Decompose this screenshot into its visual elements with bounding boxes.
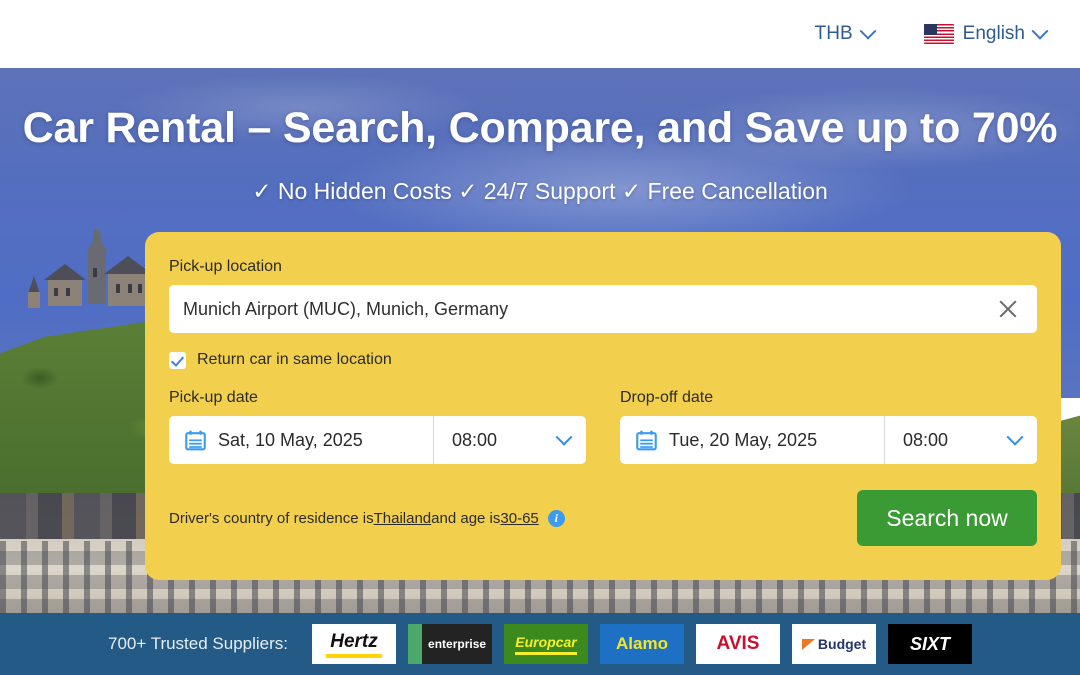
supplier-logo-europcar[interactable]: Europcar bbox=[504, 624, 589, 664]
trusted-suppliers-bar: 700+ Trusted Suppliers: Hertz enterprise… bbox=[0, 613, 1080, 675]
hero-subtitle: ✓ No Hidden Costs ✓ 24/7 Support ✓ Free … bbox=[252, 178, 828, 204]
dropoff-date-field[interactable]: Tue, 20 May, 2025 bbox=[620, 416, 884, 464]
suppliers-label: 700+ Trusted Suppliers: bbox=[107, 634, 289, 653]
search-now-button[interactable]: Search now bbox=[857, 490, 1037, 546]
supplier-logo-budget[interactable]: Budget bbox=[792, 624, 877, 664]
same-location-label: Return car in same location bbox=[197, 351, 392, 368]
supplier-logo-avis-label: AVIS bbox=[716, 633, 760, 654]
supplier-logo-avis[interactable]: AVIS bbox=[696, 624, 781, 664]
chevron-down-icon bbox=[859, 22, 877, 40]
supplier-logo-enterprise-label: enterprise bbox=[428, 637, 487, 651]
page-root: THB English Car Rental – Search, Compare… bbox=[0, 0, 1080, 675]
supplier-logo-alamo-label: Alamo bbox=[616, 634, 668, 653]
pickup-date-label: Pick-up date bbox=[169, 389, 258, 406]
driver-requirements-note: Driver's country of residence is Thailan… bbox=[169, 509, 565, 527]
pickup-location-input[interactable]: Munich Airport (MUC), Munich, Germany bbox=[169, 285, 1037, 333]
supplier-logo-budget-label: Budget bbox=[817, 636, 867, 652]
calendar-icon bbox=[636, 430, 657, 450]
supplier-logo-hertz-label: Hertz bbox=[330, 630, 378, 652]
supplier-logo-sixt[interactable]: SIXT bbox=[888, 624, 973, 664]
form-footer-row: Driver's country of residence is Thailan… bbox=[169, 490, 1037, 546]
driver-note-prefix: Driver's country of residence is bbox=[169, 509, 374, 527]
supplier-logo-alamo[interactable]: Alamo bbox=[600, 624, 685, 664]
chevron-down-icon bbox=[555, 428, 573, 446]
dropoff-date-value: Tue, 20 May, 2025 bbox=[669, 429, 818, 450]
pickup-location-label: Pick-up location bbox=[169, 258, 282, 275]
close-icon[interactable] bbox=[997, 298, 1019, 320]
pickup-date-field[interactable]: Sat, 10 May, 2025 bbox=[169, 416, 433, 464]
supplier-logo-hertz[interactable]: Hertz bbox=[312, 624, 397, 664]
budget-triangle-icon bbox=[801, 638, 815, 650]
info-icon[interactable]: i bbox=[547, 509, 565, 527]
us-flag-icon bbox=[923, 24, 954, 44]
top-bar: THB English bbox=[0, 0, 1080, 68]
same-location-checkbox[interactable] bbox=[169, 351, 186, 369]
dropoff-time-select[interactable]: 08:00 bbox=[884, 416, 1037, 464]
europcar-underline bbox=[515, 651, 578, 655]
currency-label: THB bbox=[814, 23, 853, 44]
same-location-row[interactable]: Return car in same location bbox=[169, 351, 1037, 369]
dates-row: Pick-up date Sat, 10 May, 2025 08:00 Dro… bbox=[169, 389, 1037, 464]
chevron-down-icon bbox=[1006, 428, 1024, 446]
supplier-logo-enterprise[interactable]: enterprise bbox=[408, 624, 493, 664]
dropoff-time-value: 08:00 bbox=[903, 429, 949, 450]
driver-country-link[interactable]: Thailand bbox=[374, 510, 432, 527]
dropoff-date-group: Tue, 20 May, 2025 08:00 bbox=[620, 416, 1037, 464]
dropoff-date-label: Drop-off date bbox=[620, 389, 714, 406]
pickup-date-group: Sat, 10 May, 2025 08:00 bbox=[169, 416, 586, 464]
supplier-logo-sixt-label: SIXT bbox=[910, 633, 951, 654]
driver-age-link[interactable]: 30-65 bbox=[500, 510, 538, 527]
language-selector[interactable]: English bbox=[923, 22, 1049, 45]
supplier-logo-europcar-label: Europcar bbox=[515, 633, 577, 650]
pickup-date-value: Sat, 10 May, 2025 bbox=[218, 429, 363, 450]
calendar-icon bbox=[185, 430, 206, 450]
dropoff-date-col: Drop-off date Tue, 20 May, 2025 08:00 bbox=[620, 389, 1037, 464]
pickup-location-value[interactable]: Munich Airport (MUC), Munich, Germany bbox=[183, 299, 997, 320]
chevron-down-icon bbox=[1031, 22, 1049, 40]
pickup-date-col: Pick-up date Sat, 10 May, 2025 08:00 bbox=[169, 389, 586, 464]
pickup-time-select[interactable]: 08:00 bbox=[433, 416, 586, 464]
pickup-time-value: 08:00 bbox=[452, 429, 498, 450]
currency-selector[interactable]: THB bbox=[814, 22, 877, 45]
page-title: Car Rental – Search, Compare, and Save u… bbox=[22, 104, 1058, 152]
search-form-card: Pick-up location Munich Airport (MUC), M… bbox=[145, 232, 1061, 580]
language-label: English bbox=[962, 23, 1025, 44]
hertz-underline bbox=[326, 653, 383, 658]
driver-note-middle: and age is bbox=[431, 509, 501, 527]
